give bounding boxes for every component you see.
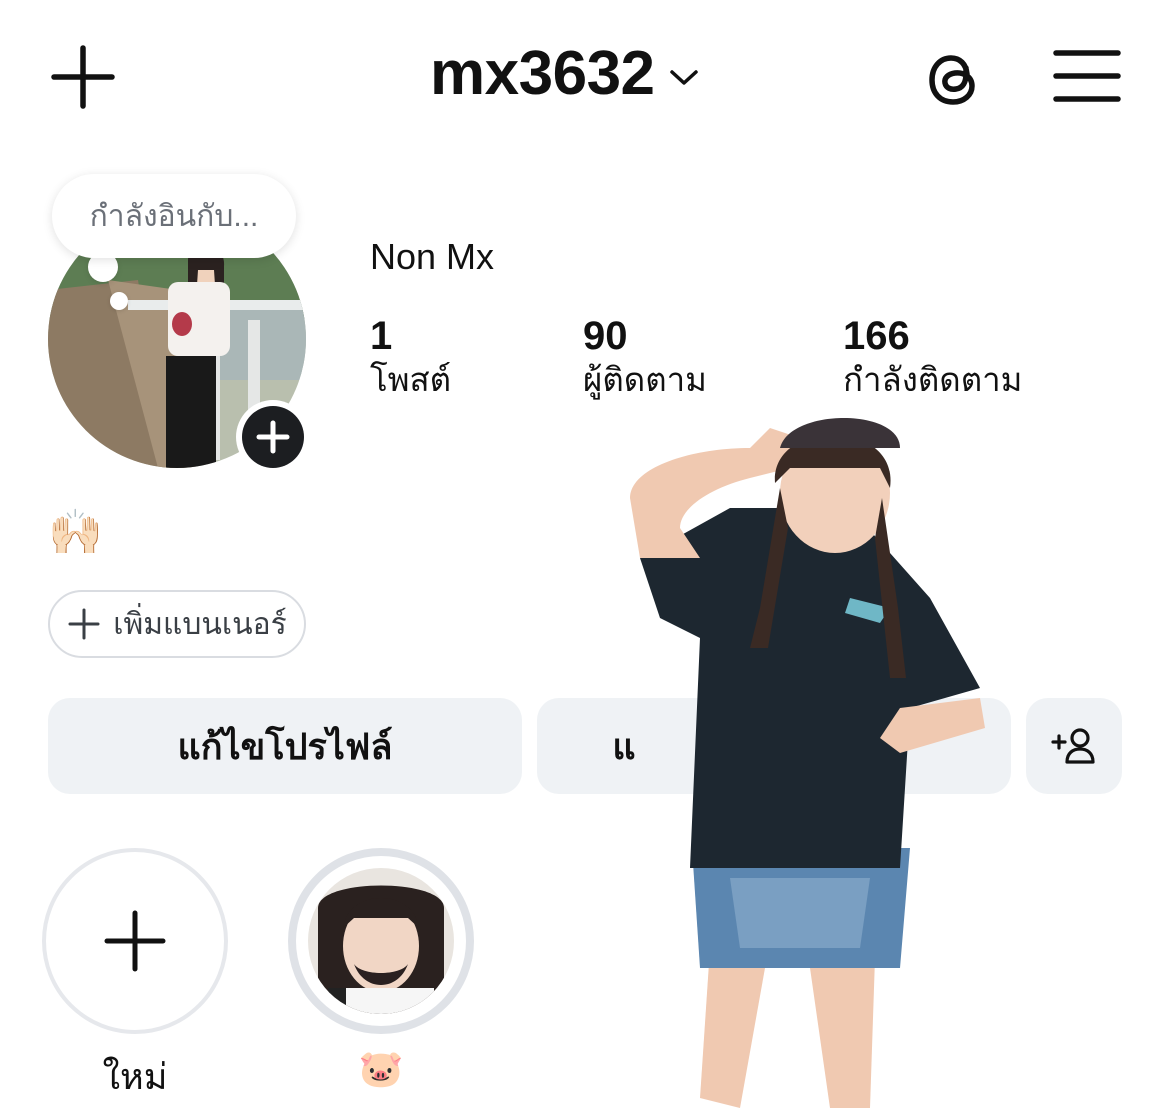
stat-value: 166 (843, 314, 910, 358)
highlight-cover (308, 868, 454, 1014)
add-story-button[interactable] (236, 400, 310, 474)
stat-followers[interactable]: 90 ผู้ติดตาม (583, 314, 707, 402)
plus-icon (256, 420, 290, 454)
stat-following[interactable]: 166 กำลังติดตาม (843, 314, 1022, 402)
stat-value: 90 (583, 314, 628, 358)
edit-profile-button[interactable]: แก้ไขโปรไฟล์ (48, 698, 522, 794)
stat-label: กำลังติดตาม (843, 361, 1023, 398)
new-post-plus-icon[interactable] (50, 44, 116, 110)
stat-posts[interactable]: 1 โพสต์ (370, 314, 451, 402)
stat-value: 1 (370, 314, 393, 358)
threads-icon[interactable] (918, 44, 988, 114)
username-switcher[interactable]: mx3632 (430, 38, 699, 109)
plus-icon (68, 608, 100, 640)
person-sticker-overlay (630, 418, 985, 1108)
new-highlight-button[interactable] (42, 848, 228, 1034)
hamburger-menu-icon[interactable] (1052, 48, 1122, 104)
display-name: Non Mx (370, 236, 495, 277)
discover-people-button[interactable] (1026, 698, 1122, 794)
username: mx3632 (430, 39, 655, 108)
note-bubble[interactable]: กำลังอินกับ... (52, 174, 296, 258)
stat-label: โพสต์ (370, 361, 452, 398)
stat-label: ผู้ติดตาม (583, 361, 707, 398)
add-person-icon (1051, 728, 1095, 764)
add-banner-button[interactable]: เพิ่มแบนเนอร์ (48, 590, 306, 658)
highlight-label-new: ใหม่ (102, 1056, 168, 1097)
edit-profile-label: แก้ไขโปรไฟล์ (177, 725, 393, 767)
add-banner-label: เพิ่มแบนเนอร์ (113, 607, 287, 641)
bio-emoji: 🙌🏻 (48, 508, 103, 557)
story-highlight[interactable] (288, 848, 474, 1034)
note-bubble-tail-small (110, 292, 128, 310)
note-text: กำลังอินกับ... (89, 199, 259, 233)
plus-icon (104, 910, 166, 972)
highlight-label: 🐷 (358, 1048, 404, 1089)
chevron-down-icon (669, 69, 698, 85)
